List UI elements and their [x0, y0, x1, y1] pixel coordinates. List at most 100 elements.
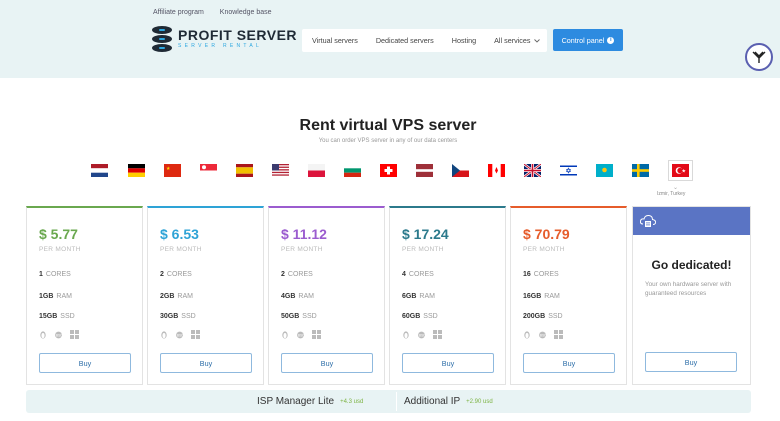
- plan-price: $ 6.53: [160, 226, 199, 242]
- flag-poland[interactable]: [308, 164, 325, 177]
- ssd-label: SSD: [181, 313, 196, 320]
- ram-value: 2GB: [160, 293, 175, 300]
- addon-isp-manager[interactable]: ISP Manager Lite +4.3 usd: [257, 390, 363, 413]
- plan-price: $ 17.24: [402, 226, 449, 242]
- addon-name: ISP Manager Lite: [257, 396, 335, 407]
- flag-sweden[interactable]: [632, 164, 649, 177]
- cores-value: 4: [402, 271, 406, 278]
- flag-singapore[interactable]: [200, 164, 217, 177]
- buy-button[interactable]: Buy: [160, 353, 252, 373]
- ssd-label: SSD: [548, 313, 563, 320]
- ssd-label: SSD: [423, 313, 438, 320]
- plan-ram: 4GB RAM: [281, 293, 314, 300]
- plan-ssd: 15GB SSD: [39, 313, 75, 320]
- dedicated-card: Go dedicated! Your own hardware server w…: [632, 206, 751, 385]
- ram-value: 4GB: [281, 293, 296, 300]
- plan-ssd: 30GB SSD: [160, 313, 196, 320]
- flag-netherlands[interactable]: [91, 164, 108, 177]
- buy-button[interactable]: Buy: [39, 353, 131, 373]
- plan-card: $ 70.79 PER MONTH 16 CORES 16GB RAM 200GB S…: [510, 206, 627, 385]
- flag-switzerland[interactable]: [380, 164, 397, 177]
- flag-czech-republic[interactable]: [452, 164, 469, 177]
- ram-value: 16GB: [523, 293, 542, 300]
- linux-icon: [282, 331, 288, 339]
- ssd-label: SSD: [60, 313, 75, 320]
- ram-label: RAM: [177, 293, 193, 300]
- os-icons: BSD: [523, 330, 563, 339]
- server-cloud-icon: [640, 214, 656, 227]
- chevron-down-icon: [534, 39, 541, 43]
- plan-cores: 4 CORES: [402, 271, 434, 278]
- ram-label: RAM: [419, 293, 435, 300]
- dedicated-buy-button[interactable]: Buy: [645, 352, 737, 372]
- svg-text:★: ★: [166, 166, 171, 172]
- buy-button[interactable]: Buy: [281, 353, 373, 373]
- plan-price: $ 5.77: [39, 226, 78, 242]
- plan-ssd: 60GB SSD: [402, 313, 438, 320]
- windows-icon: [312, 330, 321, 339]
- svg-text:BSD: BSD: [419, 333, 426, 337]
- freebsd-icon: BSD: [55, 331, 63, 338]
- plan-card: $ 5.77 PER MONTH 1 CORES 1GB RAM 15GB SSD B…: [26, 206, 143, 385]
- nav-dedicated-servers[interactable]: Dedicated servers: [367, 36, 443, 45]
- addons-bar: ISP Manager Lite +4.3 usd Additional IP …: [26, 390, 751, 413]
- os-icons: BSD: [402, 330, 442, 339]
- linux-icon: [524, 331, 530, 339]
- plan-price: $ 70.79: [523, 226, 570, 242]
- addon-additional-ip[interactable]: Additional IP +2.90 usd: [404, 390, 493, 413]
- selected-location-label: Izmir, Turkey: [657, 191, 686, 197]
- plan-period: PER MONTH: [402, 246, 444, 253]
- nav-virtual-servers[interactable]: Virtual servers: [302, 36, 367, 45]
- plan-ram: 16GB RAM: [523, 293, 560, 300]
- linux-icon: [161, 331, 167, 339]
- cores-label: CORES: [45, 271, 71, 278]
- control-panel-label: Control panel: [561, 35, 605, 45]
- flag-bulgaria[interactable]: [344, 164, 361, 177]
- flag-latvia[interactable]: [416, 164, 433, 177]
- widget-badge-icon[interactable]: [745, 43, 773, 71]
- logo-title: PROFIT SERVER: [178, 27, 298, 43]
- ssd-value: 15GB: [39, 313, 58, 320]
- control-panel-button[interactable]: Control panel i: [553, 29, 623, 51]
- flag-turkey[interactable]: ★: [668, 160, 693, 181]
- plan-cores: 2 CORES: [281, 271, 313, 278]
- chevron-down-icon: ⌄: [673, 185, 679, 191]
- nav-all-services[interactable]: All services: [485, 36, 549, 45]
- plan-cores: 1 CORES: [39, 271, 71, 278]
- plan-ram: 2GB RAM: [160, 293, 193, 300]
- page-title: Rent virtual VPS server: [299, 117, 477, 134]
- plan-card: $ 6.53 PER MONTH 2 CORES 2GB RAM 30GB SSD B…: [147, 206, 264, 385]
- ram-value: 1GB: [39, 293, 54, 300]
- cores-label: CORES: [166, 271, 192, 278]
- nav-hosting[interactable]: Hosting: [443, 36, 485, 45]
- buy-button[interactable]: Buy: [523, 353, 615, 373]
- flag-germany[interactable]: [128, 164, 145, 177]
- ssd-value: 60GB: [402, 313, 421, 320]
- freebsd-icon: BSD: [176, 331, 184, 338]
- addon-price: +2.90 usd: [466, 398, 493, 405]
- flag-canada[interactable]: [488, 164, 505, 177]
- logo-subtitle: SERVER RENTAL: [178, 43, 263, 49]
- logo[interactable]: PROFIT SERVER SERVER RENTAL: [152, 24, 297, 54]
- buy-button[interactable]: Buy: [402, 353, 494, 373]
- plan-period: PER MONTH: [523, 246, 565, 253]
- flag-kazakhstan[interactable]: [596, 164, 613, 177]
- flag-usa[interactable]: [272, 164, 289, 177]
- knowledge-base-link[interactable]: Knowledge base: [220, 9, 272, 16]
- windows-icon: [70, 330, 79, 339]
- ssd-label: SSD: [302, 313, 317, 320]
- plan-cores: 16 CORES: [523, 271, 559, 278]
- flag-israel[interactable]: [560, 164, 577, 177]
- flag-united-kingdom[interactable]: [524, 164, 541, 177]
- os-icons: BSD: [160, 330, 200, 339]
- flag-china[interactable]: ★: [164, 164, 181, 177]
- addons-divider: [396, 392, 397, 411]
- ssd-value: 50GB: [281, 313, 300, 320]
- addon-name: Additional IP: [404, 396, 461, 407]
- logo-server-icon: [152, 26, 172, 52]
- flag-spain[interactable]: [236, 164, 253, 177]
- affiliate-program-link[interactable]: Affiliate program: [153, 9, 204, 16]
- cores-value: 2: [160, 271, 164, 278]
- windows-icon: [191, 330, 200, 339]
- dedicated-card-header: [633, 207, 750, 235]
